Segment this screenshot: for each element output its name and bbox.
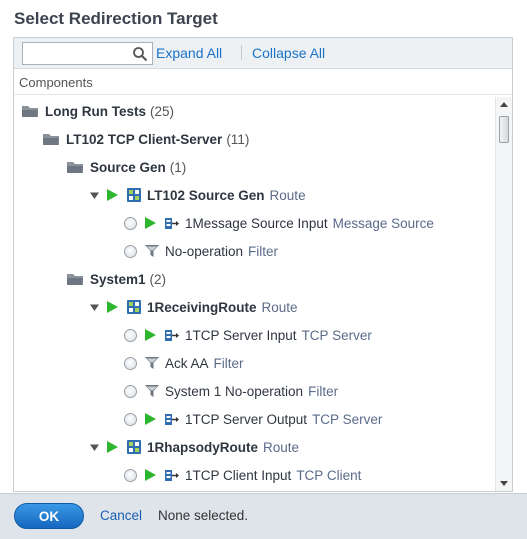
play-icon[interactable] (145, 217, 156, 229)
tree-item-type: Route (261, 299, 298, 315)
tree-row-route[interactable]: 1RhapsodyRoute Route (14, 433, 496, 461)
select-radio[interactable] (124, 216, 137, 230)
ok-button[interactable]: OK (14, 503, 84, 529)
tree-item-name: Ack AA (165, 355, 209, 371)
collapse-all-link[interactable]: Collapse All (252, 45, 325, 61)
select-radio[interactable] (124, 384, 137, 398)
component-icon (165, 469, 179, 481)
tree-row-component[interactable]: 1TCP Client Input TCP Client (14, 461, 496, 489)
folder-icon (43, 134, 59, 145)
filter-icon (145, 384, 159, 397)
tree-item-type: TCP Client (296, 467, 362, 483)
tree-item-name: 1RhapsodyRoute (147, 439, 259, 455)
tree-item-type: Route (269, 187, 306, 203)
folder-icon (22, 106, 38, 117)
select-radio[interactable] (124, 244, 137, 258)
tree-item-type: Filter (248, 243, 279, 259)
route-icon (127, 440, 141, 454)
tree-item-name: Long Run Tests (45, 103, 146, 119)
component-icon (165, 413, 179, 425)
tree-row-component[interactable]: 1TCP Server Output TCP Server (14, 405, 496, 433)
tree-item-count: (2) (149, 271, 167, 287)
vertical-scrollbar[interactable] (495, 97, 512, 491)
select-radio[interactable] (124, 412, 137, 426)
filter-icon (145, 356, 159, 369)
component-tree: Long Run Tests (25) LT102 TCP Client-Serve… (14, 97, 496, 491)
tree-item-name: System 1 No-operation (165, 383, 304, 399)
expand-all-link[interactable]: Expand All (156, 45, 222, 61)
search-input[interactable] (23, 43, 129, 64)
tree-item-name: 1Message Source Input (185, 215, 328, 231)
tree-item-count: (11) (226, 131, 250, 147)
route-icon (127, 300, 141, 314)
play-icon[interactable] (107, 301, 118, 313)
tree-item-name: 1TCP Client Input (185, 467, 292, 483)
selection-status: None selected. (158, 508, 249, 523)
tree-item-name: System1 (90, 271, 146, 287)
tree-item-type: Message Source (332, 215, 434, 231)
scroll-down-icon[interactable] (496, 475, 512, 491)
tree-row-component[interactable]: 1TCP Server Input TCP Server (14, 321, 496, 349)
toolbar-divider (241, 45, 242, 60)
play-icon[interactable] (145, 413, 156, 425)
component-icon (165, 329, 179, 341)
tree-item-count: (1) (169, 159, 187, 175)
tree-row-filter[interactable]: System 1 No-operation Filter (14, 377, 496, 405)
scrollbar-thumb[interactable] (499, 116, 509, 143)
select-radio[interactable] (124, 468, 137, 482)
route-icon (127, 188, 141, 202)
tree-item-name: 1TCP Server Output (185, 411, 308, 427)
dialog-title: Select Redirection Target (14, 9, 218, 28)
scroll-up-icon[interactable] (496, 97, 512, 113)
play-icon[interactable] (145, 329, 156, 341)
tree-item-name: No-operation (165, 243, 244, 259)
search-icon[interactable] (132, 46, 148, 62)
tree-item-name: Source Gen (90, 159, 166, 175)
components-panel: Expand All Collapse All Components Long … (13, 37, 513, 492)
tree-row-route[interactable]: 1ReceivingRoute Route (14, 293, 496, 321)
select-radio[interactable] (124, 356, 137, 370)
tree-row-folder[interactable]: Long Run Tests (25) (14, 97, 496, 125)
chevron-down-icon[interactable] (90, 191, 99, 200)
folder-icon (67, 162, 83, 173)
tree-item-type: Filter (213, 355, 244, 371)
tree-item-type: Filter (308, 383, 339, 399)
tree-item-type: Route (263, 439, 300, 455)
tree-item-name: 1TCP Server Input (185, 327, 297, 343)
tree-item-name: LT102 TCP Client-Server (66, 131, 223, 147)
cancel-button[interactable]: Cancel (100, 508, 142, 523)
tree-row-filter[interactable]: Ack AA Filter (14, 349, 496, 377)
tree-item-type: TCP Server (312, 411, 383, 427)
tree-row-folder[interactable]: System1 (2) (14, 265, 496, 293)
folder-icon (67, 274, 83, 285)
chevron-down-icon[interactable] (90, 303, 99, 312)
tree-item-name: 1ReceivingRoute (147, 299, 257, 315)
tree-row-folder[interactable]: LT102 TCP Client-Server (11) (14, 125, 496, 153)
column-header-components: Components (14, 69, 512, 95)
tree-item-name: LT102 Source Gen (147, 187, 265, 203)
play-icon[interactable] (107, 189, 118, 201)
tree-row-component[interactable]: 1Message Source Input Message Source (14, 209, 496, 237)
tree-item-type: TCP Server (301, 327, 372, 343)
play-icon[interactable] (107, 441, 118, 453)
tree-item-count: (25) (150, 103, 175, 119)
dialog-footer: OK Cancel None selected. (0, 493, 527, 539)
tree-row-route[interactable]: LT102 Source Gen Route (14, 181, 496, 209)
play-icon[interactable] (145, 469, 156, 481)
search-box[interactable] (22, 42, 153, 65)
tree-row-folder[interactable]: Source Gen (1) (14, 153, 496, 181)
filter-icon (145, 244, 159, 257)
component-icon (165, 217, 179, 229)
select-radio[interactable] (124, 328, 137, 342)
toolbar: Expand All Collapse All (14, 38, 512, 69)
chevron-down-icon[interactable] (90, 443, 99, 452)
tree-row-filter[interactable]: No-operation Filter (14, 237, 496, 265)
